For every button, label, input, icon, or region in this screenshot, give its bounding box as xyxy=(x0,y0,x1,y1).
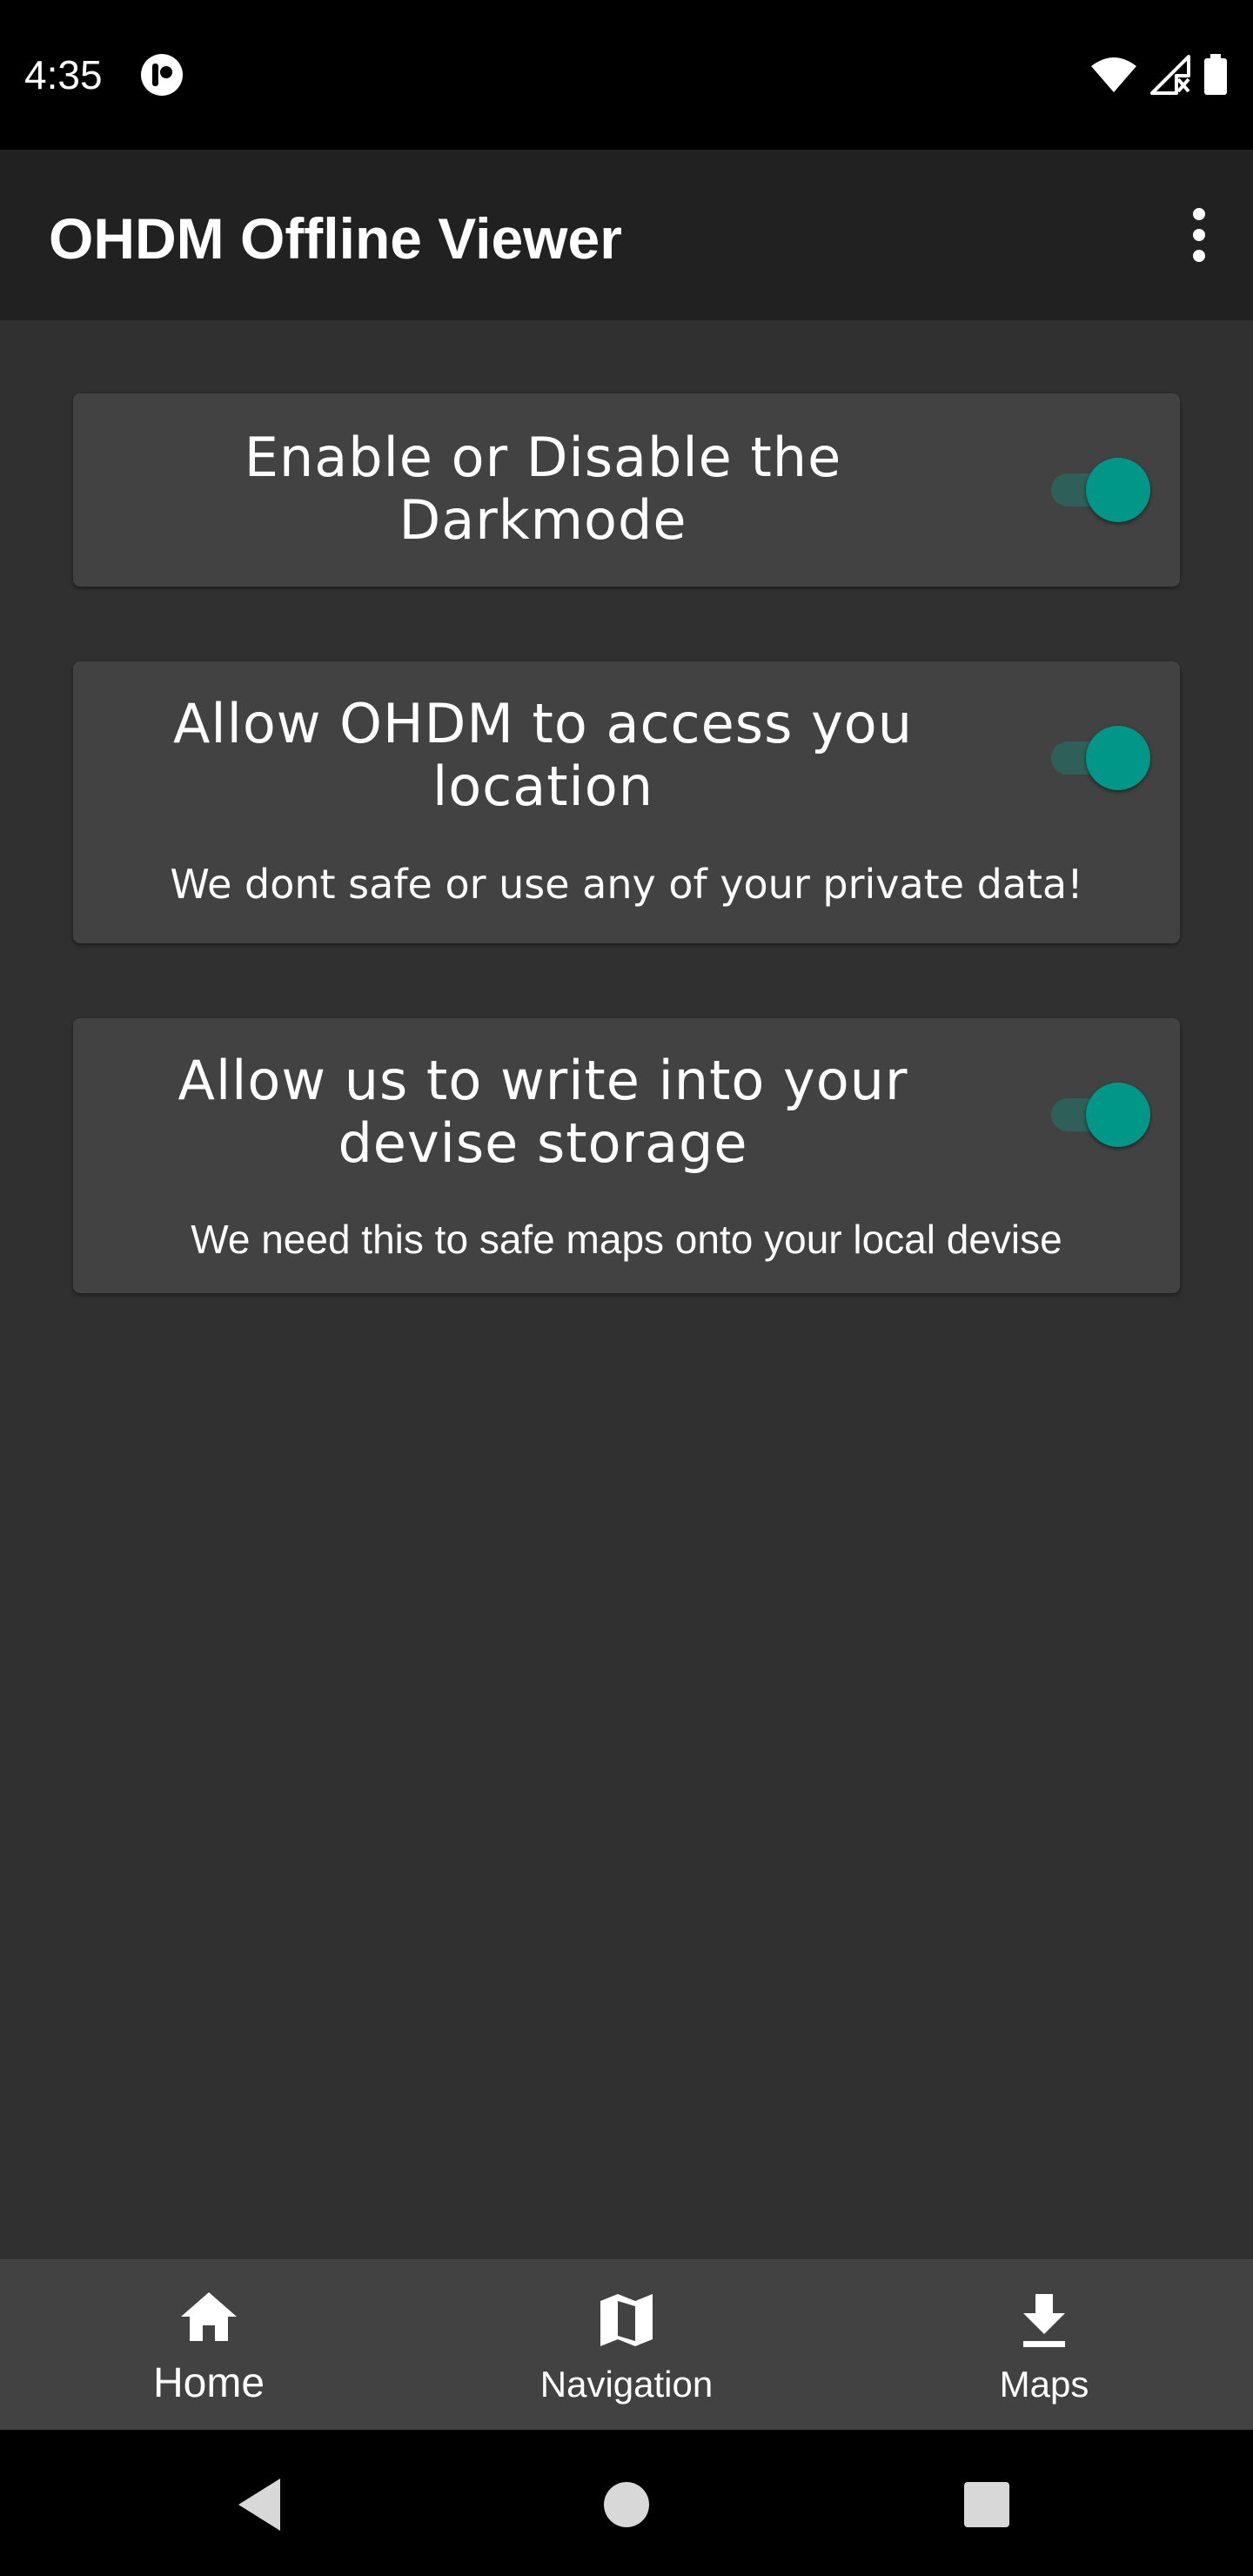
battery-icon xyxy=(1204,54,1227,95)
storage-title-line1: Allow us to write into your xyxy=(178,1049,908,1112)
darkmode-toggle[interactable] xyxy=(1044,456,1152,522)
darkmode-title-line2: Darkmode xyxy=(399,488,687,552)
location-toggle[interactable] xyxy=(1044,724,1152,790)
nav-item-home[interactable]: Home xyxy=(0,2259,418,2430)
back-icon[interactable] xyxy=(226,2470,296,2539)
recents-icon[interactable] xyxy=(952,2470,1022,2539)
nav-label-maps: Maps xyxy=(999,2364,1089,2405)
location-toggle-thumb xyxy=(1086,726,1150,790)
home-circle-icon[interactable] xyxy=(592,2470,661,2539)
home-icon xyxy=(181,2292,237,2341)
signal-no-data-icon xyxy=(1150,55,1190,95)
storage-title-line2: devise storage xyxy=(338,1111,748,1175)
nav-label-navigation: Navigation xyxy=(539,2364,714,2405)
location-setting-description: We dont safe or use any of your private … xyxy=(170,861,1083,908)
darkmode-title-line1: Enable or Disable the xyxy=(244,426,842,489)
download-icon xyxy=(1023,2294,1065,2347)
nav-label-home: Home xyxy=(152,2360,265,2406)
storage-setting-card: Allow us to write into your devise stora… xyxy=(73,1018,1180,1293)
page-title: OHDM Offline Viewer xyxy=(49,206,622,271)
status-time: 4:35 xyxy=(24,52,103,97)
system-navigation-bar xyxy=(0,2430,1253,2576)
location-setting-card: Allow OHDM to access you location We don… xyxy=(73,661,1180,943)
map-icon xyxy=(600,2294,653,2346)
nav-item-maps[interactable]: Maps xyxy=(835,2259,1253,2430)
more-options-button[interactable] xyxy=(1171,190,1227,280)
storage-setting-description: We need this to safe maps onto your loca… xyxy=(191,1217,1062,1262)
location-title-line1: Allow OHDM to access you xyxy=(172,692,914,755)
storage-toggle-thumb xyxy=(1086,1083,1150,1147)
settings-content: Enable or Disable the Darkmode Allow OHD… xyxy=(0,320,1253,2259)
status-icons xyxy=(1089,50,1229,99)
darkmode-setting-title: Enable or Disable the Darkmode xyxy=(73,426,1013,552)
app-bar: OHDM Offline Viewer xyxy=(0,150,1253,320)
wifi-icon xyxy=(1091,57,1136,92)
bottom-navigation: Home Navigation Maps xyxy=(0,2259,1253,2430)
status-bar: 4:35 xyxy=(0,0,1253,150)
storage-toggle[interactable] xyxy=(1044,1081,1152,1147)
more-vert-icon xyxy=(1193,208,1205,262)
storage-setting-title: Allow us to write into your devise stora… xyxy=(73,1050,1013,1175)
darkmode-toggle-thumb xyxy=(1086,458,1150,522)
app-notification-icon xyxy=(141,54,183,96)
location-setting-title: Allow OHDM to access you location xyxy=(73,693,1013,818)
nav-item-navigation[interactable]: Navigation xyxy=(418,2259,835,2430)
location-title-line2: location xyxy=(432,755,653,818)
darkmode-setting-card: Enable or Disable the Darkmode xyxy=(73,393,1180,587)
